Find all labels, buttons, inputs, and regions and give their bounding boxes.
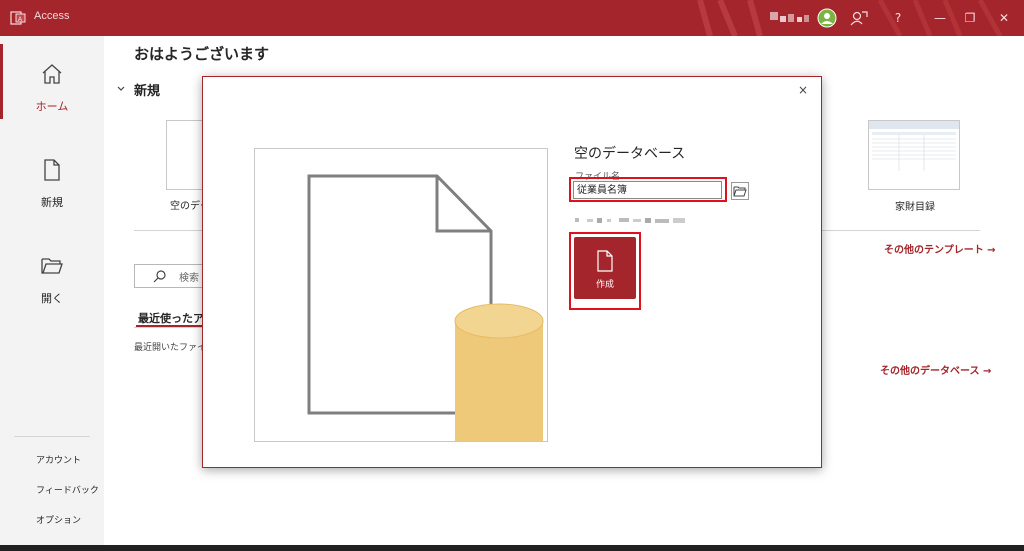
template-thumbnail[interactable] xyxy=(868,120,960,190)
new-file-icon xyxy=(597,250,613,272)
sidebar-item-account[interactable]: アカウント xyxy=(36,453,81,466)
coauthor-icon[interactable] xyxy=(850,9,868,27)
search-placeholder: 検索 xyxy=(179,273,199,284)
search-icon xyxy=(153,270,166,283)
close-button[interactable]: ✕ xyxy=(993,8,1015,28)
sidebar-item-new[interactable]: 新規 xyxy=(0,158,104,244)
sidebar-item-feedback[interactable]: フィードバック xyxy=(36,483,99,496)
svg-text:A: A xyxy=(18,17,22,23)
sidebar-item-open[interactable]: 開く xyxy=(0,254,104,340)
blank-database-illustration xyxy=(307,174,544,441)
app-title: Access xyxy=(34,10,70,22)
template-label: 家財目録 xyxy=(895,202,935,213)
sidebar-item-options[interactable]: オプション xyxy=(36,513,81,526)
chevron-down-icon[interactable] xyxy=(116,84,126,94)
help-button[interactable]: ? xyxy=(887,8,909,28)
backstage-sidebar: ホーム 新規 開く アカウント フィードバック オプション xyxy=(0,36,104,545)
sidebar-item-home[interactable]: ホーム xyxy=(0,62,104,148)
sidebar-item-label: ホーム xyxy=(35,100,69,113)
dialog-close-button[interactable]: × xyxy=(795,82,811,98)
taskbar xyxy=(0,545,1024,551)
tab-recent[interactable]: 最近使ったア xyxy=(138,310,204,326)
sidebar-item-label: 新規 xyxy=(41,196,63,209)
account-name-blurred xyxy=(770,12,810,24)
avatar[interactable] xyxy=(817,8,837,28)
page-title: おはようございます xyxy=(134,45,270,63)
sidebar-item-label: 開く xyxy=(41,292,63,305)
new-file-icon xyxy=(44,159,60,181)
more-templates-link[interactable]: その他のテンプレート → xyxy=(884,241,996,256)
filename-input[interactable]: 従業員名簿 xyxy=(573,181,722,199)
sidebar-divider xyxy=(14,436,90,437)
database-preview-image xyxy=(254,148,548,442)
more-databases-link[interactable]: その他のデータベース → xyxy=(880,362,991,377)
home-icon xyxy=(42,64,62,84)
create-button[interactable]: 作成 xyxy=(574,237,636,299)
minimize-button[interactable]: — xyxy=(929,8,951,28)
access-logo-icon: A xyxy=(10,11,26,25)
folder-icon xyxy=(733,186,747,197)
title-bar: A Access ? — ❐ ✕ xyxy=(0,0,1024,36)
file-path-blurred xyxy=(575,209,687,223)
browse-folder-button[interactable] xyxy=(731,182,749,200)
create-button-label: 作成 xyxy=(595,280,614,290)
blank-database-dialog: × 空のデータベース ファイル名 従業員名簿 作成 xyxy=(202,76,822,468)
template-preview xyxy=(869,121,959,171)
recent-divider xyxy=(134,327,204,328)
section-new-heading: 新規 xyxy=(134,84,161,99)
search-input[interactable]: 検索 xyxy=(134,264,206,288)
maximize-button[interactable]: ❐ xyxy=(959,8,981,28)
dialog-title: 空のデータベース xyxy=(574,146,686,162)
open-folder-icon xyxy=(41,258,63,274)
